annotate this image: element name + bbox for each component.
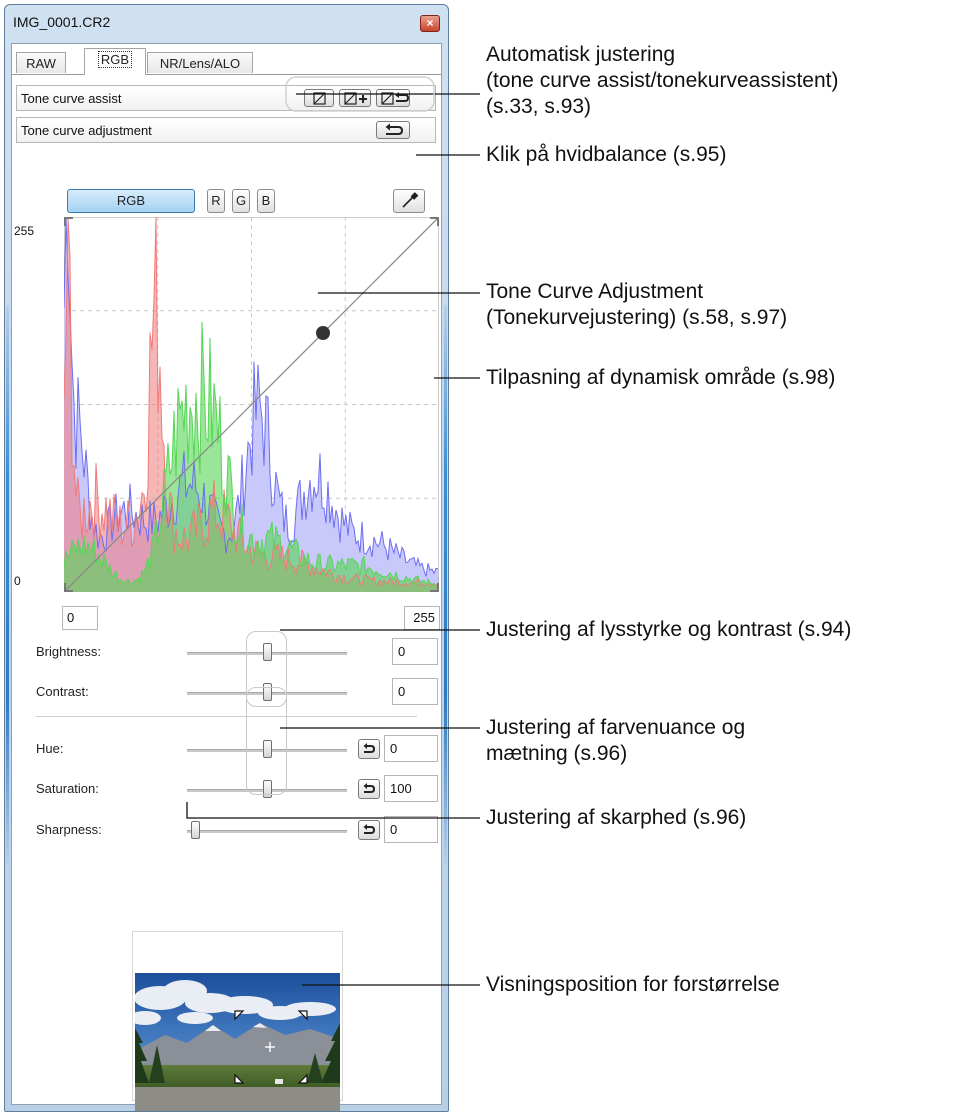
callout-auto-subtitle: (tone curve assist/tonekurveassistent) — [486, 69, 839, 92]
callout-sharpness: Justering af skarphed (s.96) — [486, 806, 747, 829]
callout-tone-curve-adjustment: Tone Curve Adjustment (Tonekurvejusterin… — [486, 279, 787, 331]
callout-hue-line2: mætning (s.96) — [486, 742, 628, 765]
figure: IMG_0001.CR2 × RAW RGB NR/Lens/ALO Tone … — [0, 0, 958, 1119]
tab-rgb[interactable]: RGB — [84, 48, 146, 75]
callout-view-position: Visningsposition for forstørrelse — [486, 973, 780, 996]
callout-brightness-contrast: Justering af lysstyrke og kontrast (s.94… — [486, 618, 852, 641]
callout-auto-adjust: Automatisk justering (tone curve assist/… — [486, 42, 839, 120]
callout-auto-reference: (s.33, s.93) — [486, 95, 592, 118]
callout-hue-line1: Justering af farvenuance og — [486, 716, 746, 739]
leader-sharpness — [186, 802, 480, 819]
callout-leader-lines — [186, 76, 480, 986]
callout-white-balance: Klik på hvidbalance (s.95) — [486, 143, 727, 166]
callout-tca-subtitle: (Tonekurvejustering) (s.58, s.97) — [486, 306, 788, 329]
callout-hue-saturation: Justering af farvenuance og mætning (s.9… — [486, 715, 745, 767]
callout-auto-title: Automatisk justering — [486, 43, 676, 66]
callout-dynamic-range: Tilpasning af dynamisk område (s.98) — [486, 366, 836, 389]
callout-tca-title: Tone Curve Adjustment — [486, 280, 704, 303]
